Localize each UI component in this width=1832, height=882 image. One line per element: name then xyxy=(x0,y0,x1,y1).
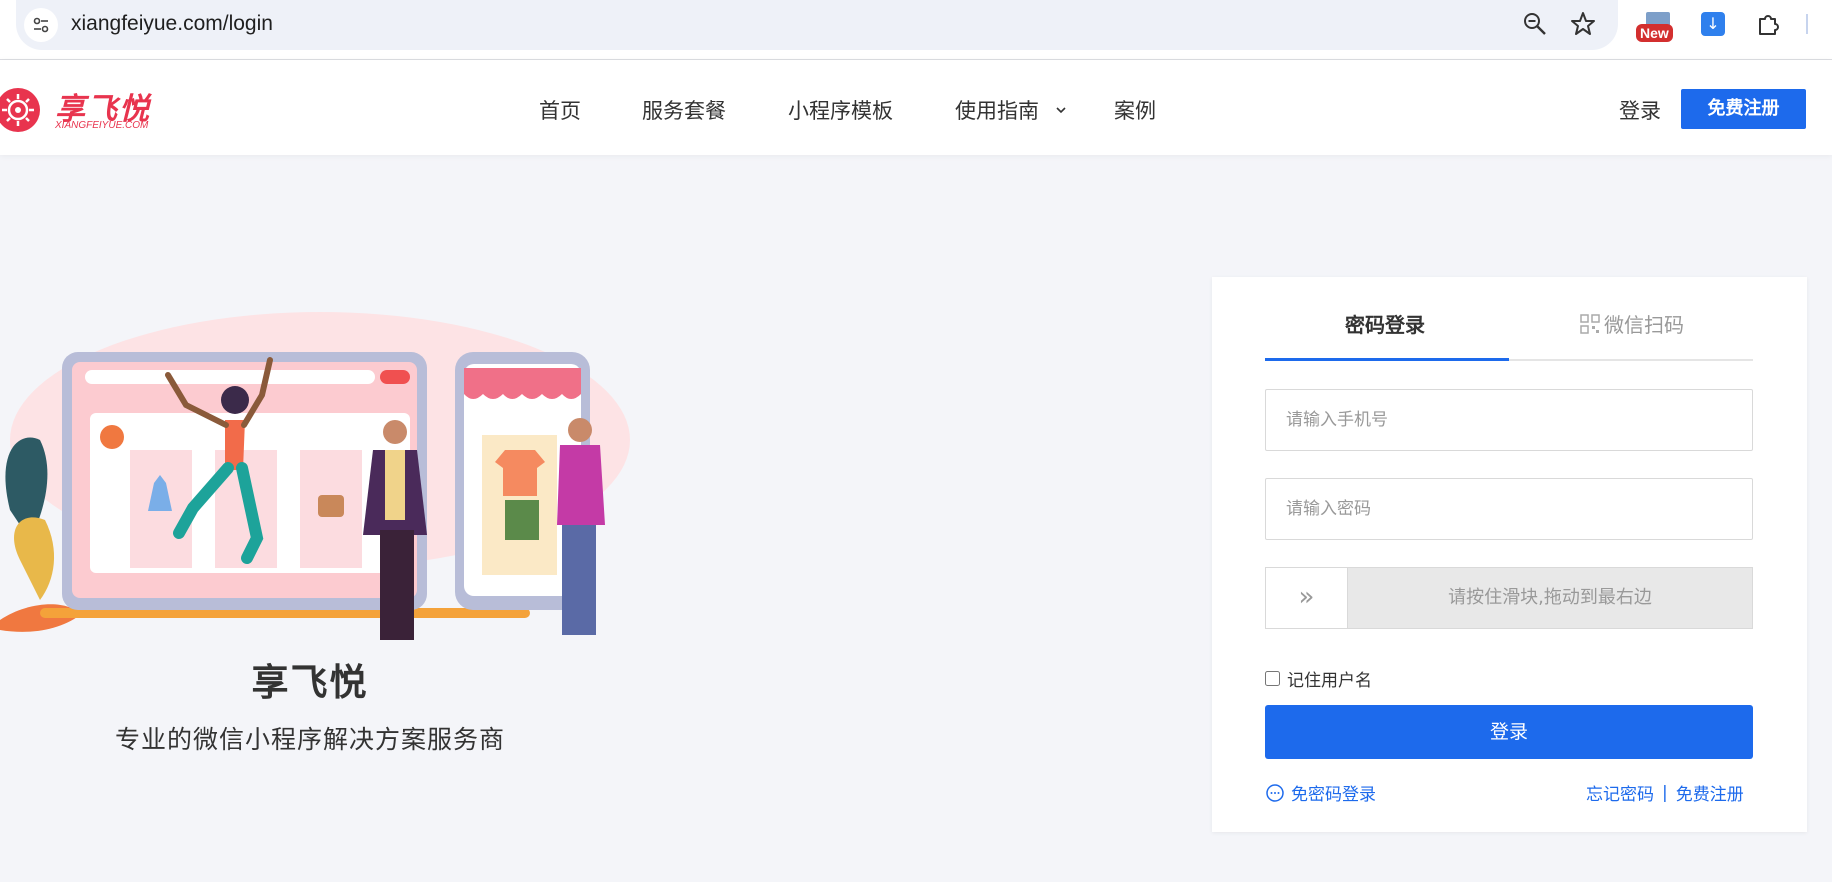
zoom-icon[interactable] xyxy=(1521,10,1549,42)
site-header: 享飞悦 XIANGFEIYUE.COM 首页 服务套餐 小程序模板 使用指南 案… xyxy=(0,60,1832,155)
logo-mark-icon xyxy=(0,88,40,132)
remember-checkbox[interactable] xyxy=(1265,671,1280,686)
hero-title: 享飞悦 xyxy=(251,661,369,704)
slider-captcha[interactable]: » 请按住滑块,拖动到最右边 xyxy=(1265,567,1753,629)
chat-bubble-icon xyxy=(1266,783,1284,802)
phone-field[interactable] xyxy=(1265,389,1753,451)
password-field[interactable] xyxy=(1265,478,1753,540)
browser-toolbar: xiangfeiyue.com/login New ↓ xyxy=(0,0,1832,60)
nav-user-guide[interactable]: 使用指南 xyxy=(955,95,1039,125)
card-register-link[interactable]: 免费注册 xyxy=(1676,780,1744,805)
active-tab-indicator xyxy=(1265,358,1509,361)
passwordless-login-label: 免密码登录 xyxy=(1291,785,1376,805)
slider-handle[interactable]: » xyxy=(1266,568,1348,628)
site-logo[interactable]: 享飞悦 XIANGFEIYUE.COM xyxy=(0,82,170,134)
logo-subtext: XIANGFEIYUE.COM xyxy=(55,120,149,131)
password-input[interactable] xyxy=(1266,479,1752,539)
header-register-button[interactable]: 免费注册 xyxy=(1681,89,1806,129)
tab-wechat-scan[interactable]: 微信扫码 xyxy=(1580,309,1684,338)
remember-label: 记住用户名 xyxy=(1287,671,1372,691)
login-card: 密码登录 微信扫码 » 请按住滑块,拖动到最右边 记住用户名 登录 免密码登录 … xyxy=(1212,277,1807,832)
forgot-password-link[interactable]: 忘记密码 xyxy=(1586,780,1654,805)
download-extension-icon[interactable]: ↓ xyxy=(1701,12,1725,36)
toolbar-divider xyxy=(1806,14,1808,34)
hero-illustration xyxy=(0,300,640,660)
nav-service-packages[interactable]: 服务套餐 xyxy=(642,95,726,125)
nav-miniprogram-templates[interactable]: 小程序模板 xyxy=(788,95,893,125)
hero-subtitle: 专业的微信小程序解决方案服务商 xyxy=(114,725,505,754)
url-text[interactable]: xiangfeiyue.com/login xyxy=(71,12,273,36)
slider-hint: 请按住滑块,拖动到最右边 xyxy=(1448,587,1652,608)
login-submit-button[interactable]: 登录 xyxy=(1265,705,1753,759)
nav-cases[interactable]: 案例 xyxy=(1114,95,1156,125)
phone-input[interactable] xyxy=(1266,390,1752,450)
tab-wechat-label: 微信扫码 xyxy=(1604,313,1684,337)
remember-username[interactable]: 记住用户名 xyxy=(1265,666,1372,691)
extensions-puzzle-icon[interactable] xyxy=(1754,10,1782,42)
extension-new-badge: New xyxy=(1636,24,1673,42)
header-login-link[interactable]: 登录 xyxy=(1619,95,1661,125)
address-bar[interactable]: xiangfeiyue.com/login xyxy=(16,0,1618,50)
link-separator: | xyxy=(1662,782,1668,803)
login-tabs: 密码登录 微信扫码 xyxy=(1265,277,1753,361)
nav-home[interactable]: 首页 xyxy=(539,95,581,125)
chevron-down-icon[interactable] xyxy=(1054,102,1068,121)
extension-new-icon[interactable]: New xyxy=(1636,10,1680,44)
qr-code-icon xyxy=(1580,313,1600,334)
tab-password-login[interactable]: 密码登录 xyxy=(1345,309,1425,338)
footer-links: 忘记密码 | 免费注册 xyxy=(1586,780,1744,806)
bookmark-star-icon[interactable] xyxy=(1569,10,1597,42)
passwordless-login-link[interactable]: 免密码登录 xyxy=(1265,780,1376,805)
site-settings-icon[interactable] xyxy=(24,8,58,42)
